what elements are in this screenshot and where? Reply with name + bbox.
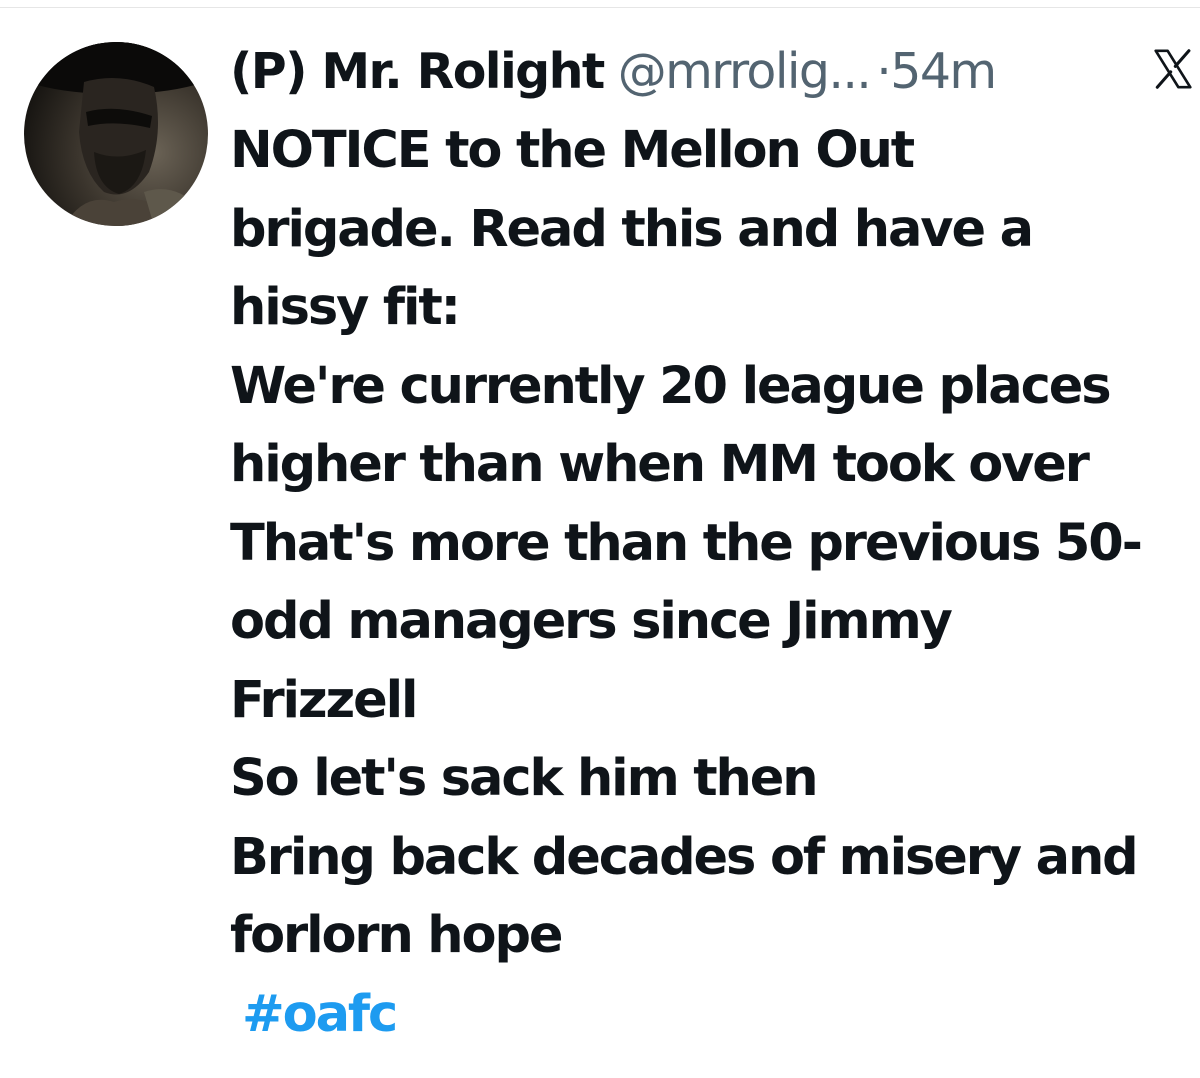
avatar-photo bbox=[24, 42, 208, 226]
text-line: odd managers since Jimmy bbox=[230, 592, 953, 651]
avatar[interactable] bbox=[24, 42, 208, 226]
user-handle[interactable]: @mrrolig... bbox=[618, 32, 872, 112]
text-line: That's more than the previous 50- bbox=[230, 513, 1143, 573]
text-line: So let's sack him then bbox=[230, 749, 819, 808]
divider bbox=[0, 7, 1200, 8]
text-line: Frizzell bbox=[230, 670, 418, 730]
text-line: brigade. Read this and have a bbox=[230, 199, 1034, 259]
tweet-header: (P) Mr. Rolight @mrrolig... · 54m bbox=[230, 32, 1192, 112]
display-name[interactable]: (P) Mr. Rolight bbox=[230, 32, 605, 112]
tweet-content: (P) Mr. Rolight @mrrolig... · 54m NOTICE… bbox=[230, 32, 1192, 1054]
tweet-text: NOTICE to the Mellon Out brigade. Read t… bbox=[230, 112, 1192, 1054]
text-line: We're currently 20 league places bbox=[230, 356, 1112, 416]
hashtag-link[interactable]: #oafc bbox=[242, 976, 1192, 1055]
tweet-card: (P) Mr. Rolight @mrrolig... · 54m NOTICE… bbox=[0, 0, 1200, 1078]
text-line: Bring back decades of misery and bbox=[230, 827, 1139, 887]
text-line: hissy fit: bbox=[230, 278, 461, 337]
timestamp[interactable]: 54m bbox=[890, 32, 997, 112]
x-logo-icon[interactable] bbox=[1150, 46, 1196, 92]
separator-dot: · bbox=[876, 43, 892, 100]
text-line: forlorn hope bbox=[230, 906, 563, 965]
text-line: NOTICE to the Mellon Out bbox=[230, 121, 915, 180]
text-line: higher than when MM took over bbox=[230, 435, 1090, 494]
